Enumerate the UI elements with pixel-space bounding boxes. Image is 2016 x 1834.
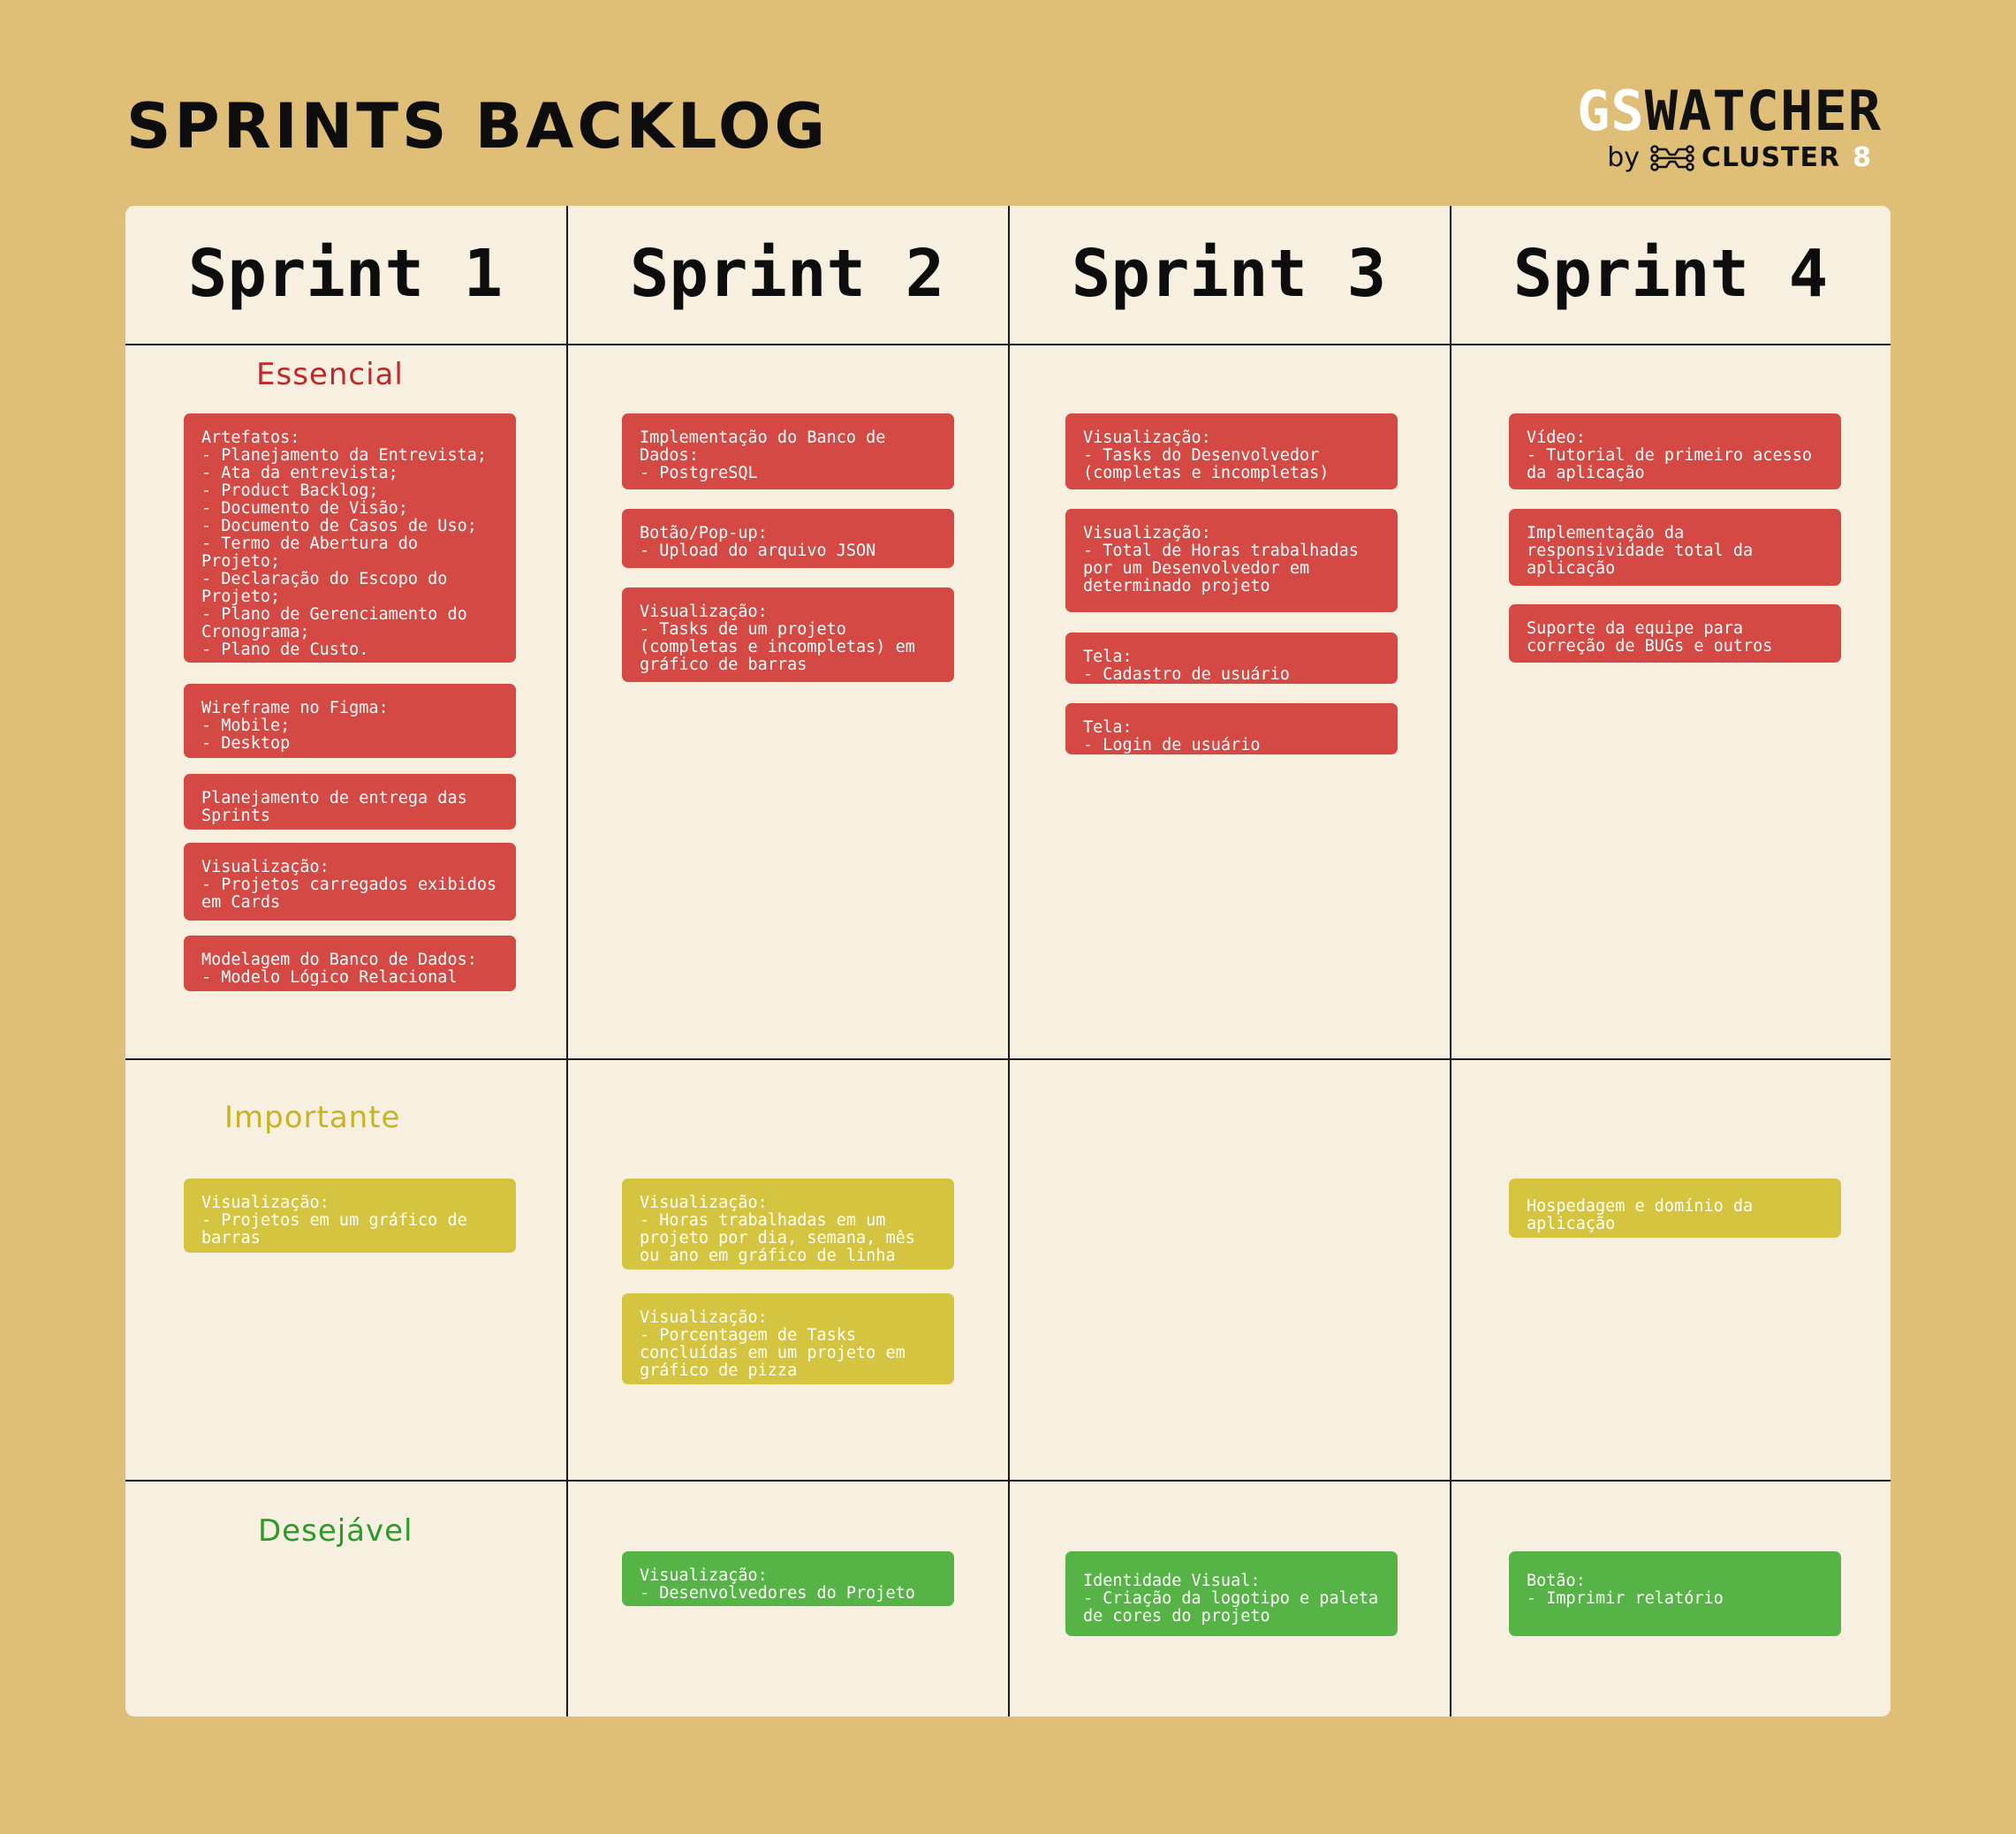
column-divider — [1450, 206, 1451, 1717]
backlog-card: Modelagem do Banco de Dados: - Modelo Ló… — [184, 936, 516, 991]
backlog-card: Visualização: - Tasks do Desenvolvedor (… — [1065, 413, 1398, 489]
logo-number: 8 — [1853, 142, 1871, 173]
backlog-card: Tela: - Login de usuário — [1065, 703, 1398, 754]
backlog-board: Sprint 1 Sprint 2 Sprint 3 Sprint 4 Esse… — [125, 206, 1891, 1717]
logo-by: by — [1607, 142, 1641, 173]
backlog-card: Visualização: - Projetos carregados exib… — [184, 843, 516, 921]
backlog-card: Vídeo: - Tutorial de primeiro acesso da … — [1509, 413, 1841, 489]
column-divider — [566, 206, 568, 1717]
backlog-card: Implementação do Banco de Dados: - Postg… — [622, 413, 954, 489]
backlog-card: Identidade Visual: - Criação da logotipo… — [1065, 1551, 1398, 1636]
backlog-card: Botão: - Imprimir relatório — [1509, 1551, 1841, 1636]
priority-label-desejavel: Desejável — [258, 1513, 413, 1549]
backlog-card: Visualização: - Desenvolvedores do Proje… — [622, 1551, 954, 1606]
gswatcher-logo: GSWATCHER by CLUSTER 8 — [1553, 84, 1889, 181]
backlog-card: Suporte da equipe para correção de BUGs … — [1509, 604, 1841, 663]
backlog-card: Planejamento de entrega das Sprints — [184, 774, 516, 830]
backlog-card: Artefatos: - Planejamento da Entrevista;… — [184, 413, 516, 663]
logo-wordmark: GSWATCHER — [1577, 84, 1882, 139]
logo-gs: GS — [1577, 79, 1645, 143]
logo-byline: by CLUSTER 8 — [1607, 144, 1871, 172]
backlog-card: Visualização: - Total de Horas trabalhad… — [1065, 509, 1398, 612]
sprint-1-header: Sprint 1 — [187, 236, 504, 312]
page-title: SPRINTS BACKLOG — [126, 90, 829, 163]
backlog-card: Botão/Pop-up: - Upload do arquivo JSON — [622, 509, 954, 568]
row-divider — [125, 1480, 1891, 1482]
circuit-icon — [1650, 145, 1694, 171]
backlog-card: Visualização: - Porcentagem de Tasks con… — [622, 1293, 954, 1384]
sprint-4-header: Sprint 4 — [1512, 236, 1829, 312]
sprint-2-header: Sprint 2 — [629, 236, 945, 312]
logo-cluster: CLUSTER — [1701, 142, 1841, 173]
backlog-card: Visualização: - Projetos em um gráfico d… — [184, 1178, 516, 1253]
backlog-card: Tela: - Cadastro de usuário — [1065, 633, 1398, 684]
backlog-card: Implementação da responsividade total da… — [1509, 509, 1841, 586]
column-divider — [1008, 206, 1010, 1717]
priority-label-importante: Importante — [224, 1100, 401, 1135]
backlog-card: Visualização: - Tasks de um projeto (com… — [622, 587, 954, 682]
logo-watcher: WATCHER — [1644, 79, 1882, 143]
backlog-card: Visualização: - Horas trabalhadas em um … — [622, 1178, 954, 1269]
backlog-card: Wireframe no Figma: - Mobile; - Desktop — [184, 684, 516, 758]
sprint-3-header: Sprint 3 — [1071, 236, 1387, 312]
row-divider — [125, 344, 1891, 345]
backlog-card: Hospedagem e domínio da aplicação — [1509, 1178, 1841, 1238]
row-divider — [125, 1058, 1891, 1060]
priority-label-essencial: Essencial — [256, 357, 404, 392]
